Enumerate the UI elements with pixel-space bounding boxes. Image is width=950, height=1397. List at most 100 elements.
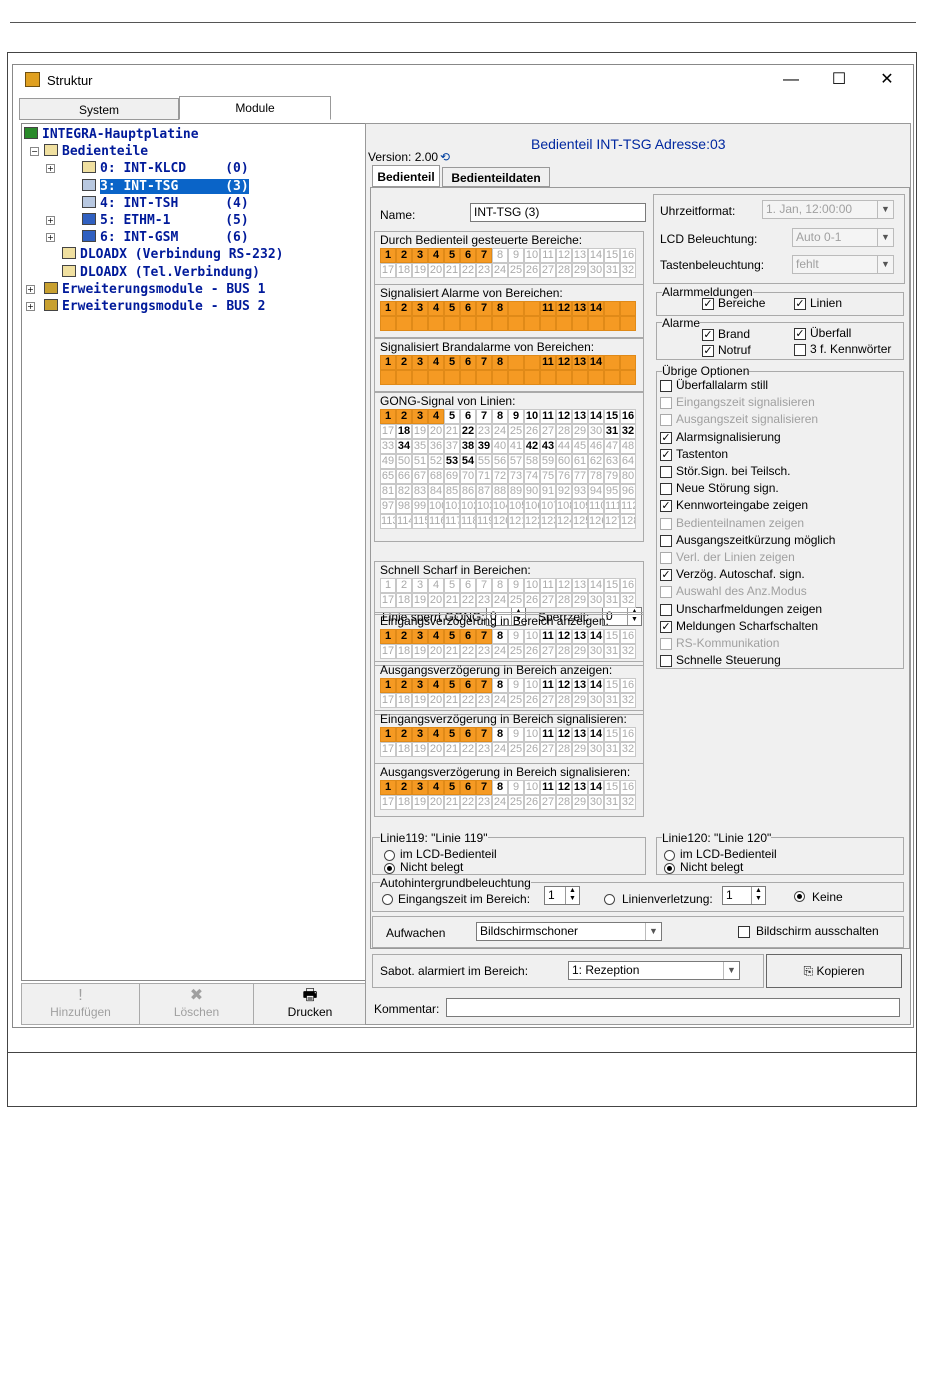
grid-cell[interactable]: 111 — [604, 499, 620, 514]
grid-cell[interactable]: 8 — [492, 780, 508, 795]
grid-cell[interactable]: 21 — [444, 593, 460, 608]
grid-cell[interactable]: 3 — [412, 727, 428, 742]
grid-cell[interactable]: 48 — [620, 439, 636, 454]
grid-cell[interactable]: 16 — [620, 678, 636, 693]
uhrzeit-select[interactable]: 1. Jan, 12:00:00 ▼ — [762, 200, 894, 219]
grid-cell[interactable]: 83 — [412, 484, 428, 499]
grid-cell[interactable]: 28 — [556, 424, 572, 439]
grid-cell[interactable]: 99 — [412, 499, 428, 514]
grid-cell[interactable] — [428, 316, 444, 331]
grid-cell[interactable]: 18 — [396, 795, 412, 810]
bildschirm-checkbox[interactable] — [738, 926, 750, 938]
grid-cell[interactable] — [556, 370, 572, 385]
tree-item[interactable]: Bedienteile — [44, 143, 148, 160]
grid-cell[interactable] — [588, 316, 604, 331]
grid-cell[interactable]: 21 — [444, 795, 460, 810]
grid-cell[interactable]: 33 — [380, 439, 396, 454]
grid-cell[interactable]: 10 — [524, 727, 540, 742]
grid-cell[interactable]: 25 — [508, 424, 524, 439]
grid-cell[interactable]: 65 — [380, 469, 396, 484]
option-checkbox[interactable] — [660, 517, 672, 530]
grid-cell[interactable]: 13 — [572, 578, 588, 593]
linie119-lcd-radio[interactable] — [384, 850, 395, 861]
grid-cell[interactable]: 7 — [476, 578, 492, 593]
grid-cell[interactable]: 20 — [428, 593, 444, 608]
grid-cell[interactable]: 11 — [540, 355, 556, 370]
name-input[interactable]: INT-TSG (3) — [470, 203, 646, 222]
grid-cell[interactable]: 3 — [412, 301, 428, 316]
grid-cell[interactable]: 30 — [588, 263, 604, 278]
grid-cell[interactable]: 26 — [524, 693, 540, 708]
grid-cell[interactable]: 8 — [492, 409, 508, 424]
grid-cell[interactable]: 13 — [572, 301, 588, 316]
grid-cell[interactable]: 1 — [380, 780, 396, 795]
grid-cell[interactable] — [556, 316, 572, 331]
grid-cell[interactable] — [540, 316, 556, 331]
grid-cell[interactable]: 12 — [556, 629, 572, 644]
grid-cell[interactable]: 23 — [476, 644, 492, 659]
grid-cell[interactable]: 2 — [396, 355, 412, 370]
grid-cell[interactable]: 50 — [396, 454, 412, 469]
grid-cell[interactable]: 32 — [620, 644, 636, 659]
expander-icon[interactable]: + — [26, 302, 35, 311]
grid-cell[interactable]: 17 — [380, 742, 396, 757]
grid-cell[interactable]: 30 — [588, 693, 604, 708]
tree-item[interactable]: DLOADX (Tel.Verbindung) — [62, 264, 260, 281]
grid-cell[interactable]: 75 — [540, 469, 556, 484]
grid-cell[interactable]: 23 — [476, 593, 492, 608]
grid-cell[interactable]: 6 — [460, 629, 476, 644]
grid-cell[interactable]: 11 — [540, 780, 556, 795]
grid-cell[interactable]: 36 — [428, 439, 444, 454]
grid-cell[interactable]: 7 — [476, 248, 492, 263]
grid-cell[interactable]: 16 — [620, 727, 636, 742]
grid-cell[interactable]: 56 — [492, 454, 508, 469]
grid-cell[interactable]: 31 — [604, 795, 620, 810]
grid-cell[interactable]: 5 — [444, 248, 460, 263]
grid-cell[interactable]: 27 — [540, 593, 556, 608]
grid-cell[interactable]: 14 — [588, 409, 604, 424]
grid-cell[interactable]: 24 — [492, 644, 508, 659]
grid-cell[interactable]: 5 — [444, 780, 460, 795]
grid-cell[interactable]: 19 — [412, 693, 428, 708]
grid-cell[interactable]: 28 — [556, 263, 572, 278]
grid-cell[interactable]: 64 — [620, 454, 636, 469]
tree-item[interactable]: 4: INT-TSH (4) — [82, 195, 249, 212]
grid-cell[interactable]: 7 — [476, 678, 492, 693]
option-checkbox[interactable] — [660, 586, 672, 599]
grid-cell[interactable]: 91 — [540, 484, 556, 499]
grid-cell[interactable]: 11 — [540, 578, 556, 593]
grid-cell[interactable] — [412, 316, 428, 331]
grid-cell[interactable] — [620, 301, 636, 316]
grid-cell[interactable]: 29 — [572, 742, 588, 757]
grid-cell[interactable]: 69 — [444, 469, 460, 484]
grid-cell[interactable]: 17 — [380, 263, 396, 278]
grid-cell[interactable]: 13 — [572, 248, 588, 263]
grid-cell[interactable]: 19 — [412, 742, 428, 757]
grid-cell[interactable]: 5 — [444, 629, 460, 644]
option-checkbox[interactable] — [660, 655, 672, 668]
option-checkbox[interactable]: ✓ — [660, 431, 672, 444]
grid-cell[interactable]: 81 — [380, 484, 396, 499]
grid-cell[interactable]: 25 — [508, 742, 524, 757]
grid-cell[interactable]: 45 — [572, 439, 588, 454]
grid-cell[interactable] — [508, 355, 524, 370]
grid-cell[interactable]: 21 — [444, 424, 460, 439]
grid-cell[interactable] — [396, 316, 412, 331]
grid-cell[interactable]: 94 — [588, 484, 604, 499]
print-button[interactable]: 🖶 Drucken — [254, 984, 366, 1024]
grid-cell[interactable]: 20 — [428, 424, 444, 439]
grid-cell[interactable]: 9 — [508, 727, 524, 742]
option-checkbox[interactable]: ✓ — [660, 500, 672, 513]
grid-cell[interactable]: 123 — [540, 514, 556, 529]
grid-cell[interactable]: 72 — [492, 469, 508, 484]
grid-cell[interactable]: 6 — [460, 355, 476, 370]
tree-item[interactable]: 6: INT-GSM (6) — [82, 229, 249, 246]
grid-cell[interactable] — [460, 316, 476, 331]
grid-cell[interactable]: 23 — [476, 795, 492, 810]
option-checkbox[interactable] — [660, 603, 672, 616]
grid-cell[interactable]: 70 — [460, 469, 476, 484]
grid-cell[interactable]: 39 — [476, 439, 492, 454]
grid-cell[interactable]: 26 — [524, 795, 540, 810]
grid-cell[interactable]: 25 — [508, 593, 524, 608]
grid-cell[interactable]: 13 — [572, 355, 588, 370]
